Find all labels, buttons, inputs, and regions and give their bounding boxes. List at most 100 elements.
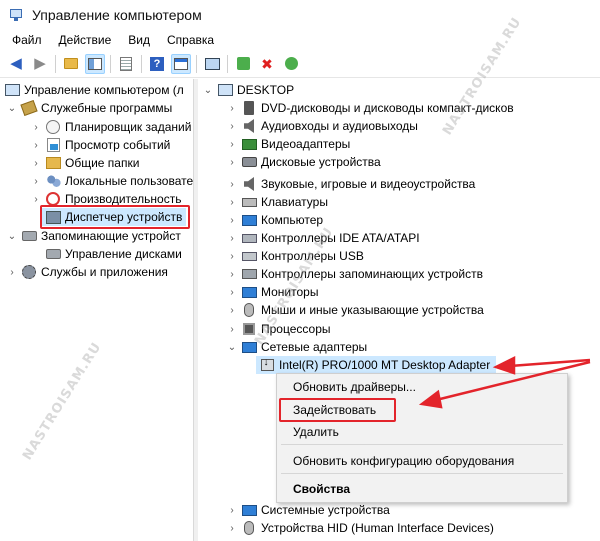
shared-folder-icon [45,155,61,171]
show-hide-tree-button[interactable] [85,53,105,74]
tree-item-label: Службы и приложения [41,265,168,279]
chevron-right-icon[interactable]: › [226,305,238,316]
chevron-right-icon[interactable]: › [30,122,42,133]
device-category[interactable]: › Мониторы [226,283,318,301]
monitor-icon [241,284,257,300]
chevron-down-icon[interactable]: ⌄ [226,342,238,353]
scan-hardware-button[interactable] [202,54,222,74]
uninstall-device-button[interactable]: ✖ [257,54,277,74]
menu-item-properties[interactable]: Свойства [293,482,350,496]
device-category[interactable]: › Клавиатуры [226,193,328,211]
chevron-down-icon[interactable]: ⌄ [6,231,18,242]
chevron-right-icon[interactable]: › [30,140,42,151]
device-category[interactable]: › Системные устройства [226,501,390,519]
chevron-down-icon[interactable]: ⌄ [6,103,18,114]
device-category[interactable]: › Звуковые, игровые и видеоустройства [226,175,475,193]
chevron-right-icon[interactable]: › [30,194,42,205]
update-driver-button[interactable] [233,54,253,74]
device-category-label: Контроллеры IDE ATA/ATAPI [261,231,420,245]
tree-item-label: Запоминающие устройст [41,229,181,243]
menu-item-enable[interactable]: Задействовать [293,403,376,417]
chevron-right-icon[interactable]: › [226,139,238,150]
up-button[interactable] [61,54,81,74]
chevron-right-icon[interactable]: › [226,215,238,226]
menu-view[interactable]: Вид [128,33,150,47]
chevron-right-icon[interactable]: › [226,197,238,208]
chevron-right-icon[interactable]: › [226,287,238,298]
menu-item-delete[interactable]: Удалить [293,425,339,439]
tree-item-label: Диспетчер устройств [65,210,183,224]
disk-management-icon [45,246,61,262]
device-category[interactable]: › Аудиовходы и аудиовыходы [226,117,418,135]
tree-item-shared-folders[interactable]: › Общие папки [30,154,139,172]
show-hide-action-pane-button[interactable] [171,53,191,74]
back-arrow-icon: ◀ [10,55,22,72]
device-category-label: Аудиовходы и аудиовыходы [261,119,418,133]
tree-item-device-manager[interactable]: Диспетчер устройств [42,208,187,226]
tree-item-label: Производительность [65,192,182,206]
chevron-right-icon[interactable]: › [226,179,238,190]
tree-item-root[interactable]: Управление компьютером (л [4,81,184,99]
chevron-right-icon[interactable]: › [30,158,42,169]
chevron-right-icon[interactable]: › [226,251,238,262]
chevron-right-icon[interactable]: › [6,267,18,278]
menu-action[interactable]: Действие [59,33,112,47]
uninstall-device-icon: ✖ [261,55,273,72]
up-folder-icon [64,58,78,69]
device-category-label: Системные устройства [261,503,390,517]
device-category[interactable]: › Компьютер [226,211,323,229]
forward-button[interactable]: ▶ [30,54,50,74]
tree-item-label: Планировщик заданий [65,120,192,134]
chevron-right-icon[interactable]: › [30,176,42,187]
device-category[interactable]: › Контроллеры USB [226,247,364,265]
device-root-label: DESKTOP [237,83,295,97]
chevron-right-icon[interactable]: › [226,233,238,244]
computer-icon [217,82,233,98]
menu-item-scan-hardware[interactable]: Обновить конфигурацию оборудования [293,454,514,468]
tree-item-disk-management[interactable]: Управление дисками [42,245,182,263]
device-category-network[interactable]: ⌄ Сетевые адаптеры [226,338,367,356]
mouse-icon [241,302,257,318]
menu-help[interactable]: Справка [167,33,214,47]
tree-item-label: Просмотр событий [65,138,171,152]
chevron-right-icon[interactable]: › [226,121,238,132]
keyboard-icon [241,194,257,210]
device-category[interactable]: › Контроллеры запоминающих устройств [226,265,483,283]
device-category[interactable]: › Дисковые устройства [226,153,380,171]
tree-item-services[interactable]: › Службы и приложения [6,263,168,281]
help-icon: ? [150,56,164,71]
tree-item-task-scheduler[interactable]: › Планировщик заданий [30,118,191,136]
chevron-right-icon[interactable]: › [226,505,238,516]
chevron-right-icon[interactable]: › [226,157,238,168]
device-root[interactable]: ⌄ DESKTOP [202,81,294,99]
back-button[interactable]: ◀ [6,54,26,74]
tree-item-storage[interactable]: ⌄ Запоминающие устройст [6,227,181,245]
chevron-down-icon[interactable]: ⌄ [202,85,214,96]
scan-hardware-icon [204,57,220,70]
device-category-label: Сетевые адаптеры [261,340,368,354]
device-category-label: Клавиатуры [261,195,328,209]
chevron-right-icon[interactable]: › [226,103,238,114]
device-category[interactable]: › Видеоадаптеры [226,135,350,153]
device-category-label: Звуковые, игровые и видеоустройства [261,177,476,191]
services-icon [21,264,37,280]
enable-device-button[interactable] [281,54,301,74]
menu-item-update-drivers[interactable]: Обновить драйверы... [293,380,416,394]
chevron-right-icon[interactable]: › [226,324,238,335]
device-category[interactable]: › Устройства HID (Human Interface Device… [226,519,494,537]
menu-file[interactable]: Файл [12,33,42,47]
chevron-right-icon[interactable]: › [226,523,238,534]
device-category[interactable]: › Мыши и иные указывающие устройства [226,301,484,319]
chevron-right-icon[interactable]: › [226,269,238,280]
tree-item-event-viewer[interactable]: › Просмотр событий [30,136,170,154]
context-menu: Обновить драйверы... Задействовать Удали… [276,373,568,503]
tree-item-local-users[interactable]: › Локальные пользовате [30,172,193,190]
help-button[interactable]: ? [147,54,167,74]
tree-item-system-tools[interactable]: ⌄ Служебные программы [6,99,172,117]
tree-item-performance[interactable]: › Производительность [30,190,181,208]
computer-management-icon [4,82,20,98]
device-category-label: Видеоадаптеры [261,137,351,151]
network-device-item[interactable]: Intel(R) PRO/1000 MT Desktop Adapter [256,356,497,374]
users-icon [45,173,61,189]
properties-button[interactable] [116,54,136,74]
